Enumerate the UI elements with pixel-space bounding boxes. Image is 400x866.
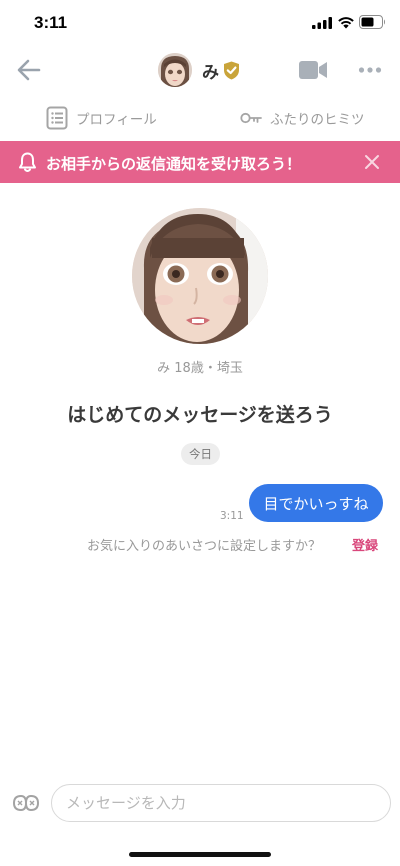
verified-shield-icon — [223, 61, 240, 80]
profile-tabs: プロフィール ふたりのヒミツ — [0, 100, 400, 136]
bell-icon — [19, 152, 36, 172]
close-icon[interactable] — [364, 154, 380, 170]
register-greeting-button[interactable]: 登録 — [352, 535, 378, 554]
date-separator: 今日 — [181, 443, 220, 465]
chat-header: み — [0, 44, 400, 96]
message-timestamp: 3:11 — [220, 510, 244, 522]
home-indicator — [129, 852, 271, 857]
profile-list-icon — [46, 106, 68, 130]
banner-text: お相手からの返信通知を受け取ろう！ — [46, 155, 302, 173]
tab-profile-label: プロフィール — [76, 112, 157, 128]
greeting-prompt-text: お気に入りのあいさつに設定しますか？ — [87, 539, 322, 554]
key-icon — [240, 112, 262, 124]
first-message-prompt: はじめてのメッセージを送ろう — [67, 404, 333, 426]
status-bar: 3:11 — [0, 0, 400, 44]
back-button[interactable] — [14, 55, 44, 85]
notification-banner[interactable]: お相手からの返信通知を受け取ろう！ — [0, 141, 400, 183]
tab-profile[interactable]: プロフィール — [46, 104, 157, 132]
partner-name: み — [202, 62, 219, 83]
tab-secrets[interactable]: ふたりのヒミツ — [240, 104, 365, 132]
avatar[interactable] — [158, 53, 192, 87]
chat-screen: 3:11 み プロフィール ふたりのヒミツ お相手からの返信通知を受け取ろう！ … — [0, 0, 400, 866]
video-call-button[interactable] — [299, 59, 328, 81]
message-input[interactable] — [51, 784, 391, 822]
profile-meta: み 18歳・埼玉 — [157, 361, 243, 376]
arrow-left-icon — [17, 59, 41, 81]
battery-icon — [359, 15, 385, 29]
tab-secrets-label: ふたりのヒミツ — [270, 112, 365, 128]
profile-photo[interactable] — [132, 208, 268, 344]
sent-message-bubble[interactable]: 目でかいっすね — [249, 484, 383, 522]
wifi-icon — [338, 17, 354, 29]
partner-identity[interactable]: み — [158, 52, 240, 88]
status-time: 3:11 — [34, 13, 68, 32]
sticker-icon[interactable] — [12, 792, 40, 814]
more-options-button[interactable] — [358, 66, 382, 74]
cellular-signal-icon — [312, 17, 332, 29]
